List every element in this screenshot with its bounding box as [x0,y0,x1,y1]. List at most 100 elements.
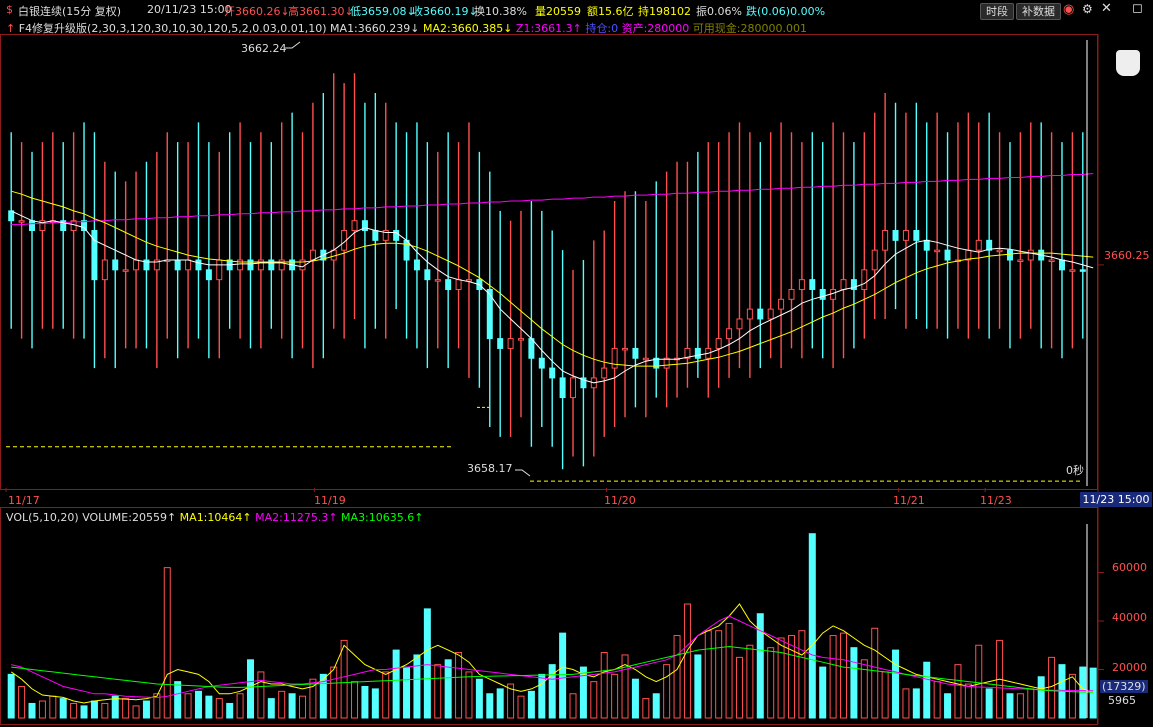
sync-icon[interactable]: ◉ [1063,2,1074,17]
candle-body [29,220,36,232]
volume-bar [611,673,619,719]
indicator-formula[interactable]: F4修复升级版(2,30,3,120,30,10,30,120,5,2,0.03… [19,22,327,35]
supplement-data-button[interactable]: 补数据 [1016,3,1061,20]
volume-bar [559,632,567,719]
volume-bar [871,627,879,719]
candle-body [434,279,441,282]
volume-bar [413,654,421,719]
settings-icon[interactable]: ⚙ [1082,2,1093,16]
candle-body [788,288,795,300]
volume-bar [600,652,608,719]
candle-body [257,259,264,271]
volume-bar [517,695,525,719]
candle-body [205,269,212,281]
candle-body [726,328,733,340]
candle-body [122,269,129,272]
volume-bar [184,693,192,719]
maximize-icon[interactable]: ◻ [1132,1,1143,16]
candle-body [424,269,431,281]
volume-bar [663,664,671,719]
dollar-icon: $ [6,3,13,16]
candle-body [622,347,629,351]
candle-body [1027,249,1034,261]
volume-bar [704,630,712,719]
candle-body [361,220,368,232]
current-price-label: 3660.25 [1104,249,1150,262]
indicator-ma2: MA2:3660.385↓ [422,22,513,35]
volume-bar [267,698,275,719]
low-price-label: 3658.17 [467,462,513,475]
candle-body [663,357,670,369]
candle-body [715,338,722,349]
candle-body [278,259,285,271]
volume-bar [1048,656,1056,719]
volume-bar [798,630,806,719]
candle-body [538,357,545,369]
volume-bar [860,659,868,719]
close-icon[interactable]: ✕ [1101,1,1112,16]
vol-current-ma: (17329) [1100,680,1148,693]
vol-y-20000: 20000 [1112,661,1147,674]
volume-bar [746,644,754,719]
volume-bar [101,702,109,719]
candle-body [840,279,847,290]
candle-body [8,210,15,222]
volume-bar [829,635,837,719]
volume-bar [7,673,15,719]
volume-bar [850,647,858,719]
x-label-1123: 11/23 [980,494,1012,507]
lock-icon[interactable] [1116,50,1140,76]
volume-bar [59,698,67,719]
candle-body [923,239,930,251]
volume-bar [455,652,463,719]
indicator-z1: Z1:3661.3↑ [515,22,582,35]
seconds-label: 0秒 [1066,464,1084,477]
candle-body [393,230,400,241]
candle-body [351,220,358,232]
header-close: 收3660.19↓ [412,5,478,18]
indicator-cash: 可用现金:280000.001 [692,22,807,35]
candle-body [1017,259,1024,262]
symbol-name[interactable]: 白银连续(15分 复权) [18,3,121,19]
volume-bar [1089,667,1097,719]
candle-body [1079,269,1086,272]
volume-bar [1006,693,1014,719]
candle-body [809,279,816,290]
candle-body [694,347,701,359]
time-share-button[interactable]: 时段 [980,3,1014,20]
vol-title[interactable]: VOL(5,10,20) [6,511,79,524]
candle-body [778,298,785,310]
candle-body [403,239,410,261]
candle-body [559,377,566,399]
volume-bar [683,603,691,719]
volume-bar [642,698,650,719]
volume-bar [892,649,900,719]
volume-bar [902,688,910,719]
candle-body [798,279,805,290]
chart-canvas [0,34,1104,725]
vol-y-40000: 40000 [1112,611,1147,624]
candle-body [861,269,868,290]
volume-bar [465,671,473,719]
volume-bar [340,639,348,719]
candle-body [882,230,889,251]
candle-body [767,308,774,320]
volume-bar [735,656,743,719]
candle-body [975,239,982,251]
volume-bar [122,698,130,719]
x-label-1120: 11/20 [604,494,636,507]
volume-bar [142,700,150,719]
volume-bar [933,681,941,719]
x-label-1121: 11/21 [893,494,925,507]
volume-bar [923,661,931,719]
header-datetime: 20/11/23 15:00 [147,3,232,16]
candle-body [455,279,462,290]
candle-body [507,338,514,349]
volume-bar [288,693,296,719]
volume-bar [631,678,639,719]
candle-body [902,230,909,241]
header-high: 高3661.30↓ [288,5,354,18]
volume-bar [257,671,265,719]
candle-body [517,338,524,341]
candle-body [112,259,119,271]
